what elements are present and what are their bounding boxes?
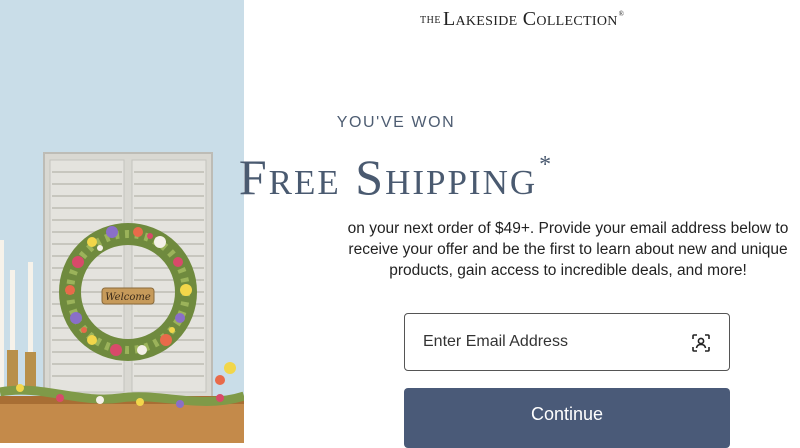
offer-headline: Free Shipping* [72,135,720,207]
promo-photo: Welcome [0,0,244,443]
offer-description: on your next order of $49+. Provide your… [347,220,789,279]
email-field-container[interactable] [404,313,730,371]
offer-eyebrow: YOU'VE WON [336,114,456,131]
decor-illustration: Welcome [0,0,244,443]
contact-card-icon[interactable] [691,333,711,353]
brand-name: Lakeside Collection [442,8,618,30]
email-input[interactable] [423,314,673,370]
mantel [0,400,244,443]
continue-button[interactable]: Continue [404,388,730,448]
brand-registered-mark: ® [618,10,624,18]
brand-the: THE [420,15,441,26]
brand-logo[interactable]: THE Lakeside Collection® [244,8,800,31]
offer-headline-text: Free Shipping [238,149,538,205]
offer-asterisk: * [539,152,554,178]
wreath-sign: Welcome [105,292,151,303]
